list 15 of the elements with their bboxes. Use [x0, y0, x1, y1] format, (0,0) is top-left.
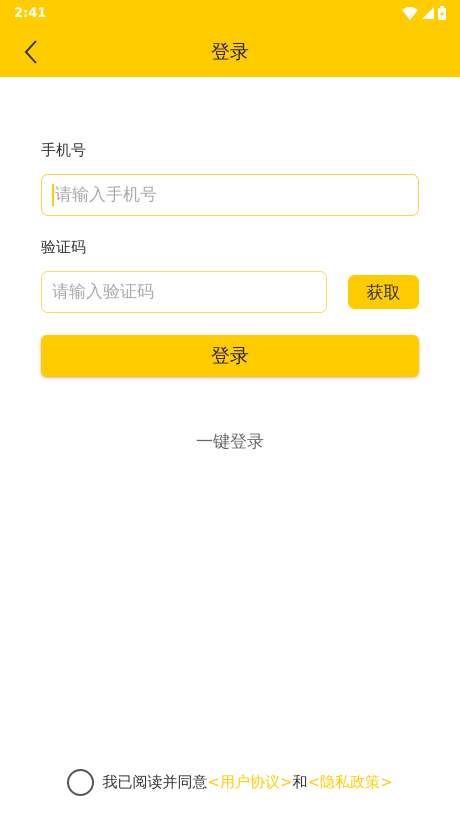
agreement-text: 我已阅读并同意<用户协议>和<隐私政策> — [102, 773, 393, 792]
get-code-button[interactable]: 获取 — [348, 275, 419, 309]
phone-field[interactable]: 请输入手机号 — [41, 174, 419, 216]
text-cursor — [52, 184, 54, 206]
status-time: 2:41 — [14, 6, 46, 20]
page-title: 登录 — [211, 40, 249, 64]
field-label: 验证码 — [41, 238, 86, 257]
code-field[interactable]: 请输入验证码 — [41, 271, 327, 313]
wifi-icon — [402, 6, 418, 20]
one-click-login-link[interactable]: 一键登录 — [190, 429, 270, 454]
field-label: 手机号 — [41, 141, 86, 160]
login-button[interactable]: 登录 — [41, 335, 419, 377]
agree-checkbox[interactable] — [67, 769, 94, 796]
signal-icon — [422, 7, 434, 19]
battery-icon — [438, 6, 446, 20]
